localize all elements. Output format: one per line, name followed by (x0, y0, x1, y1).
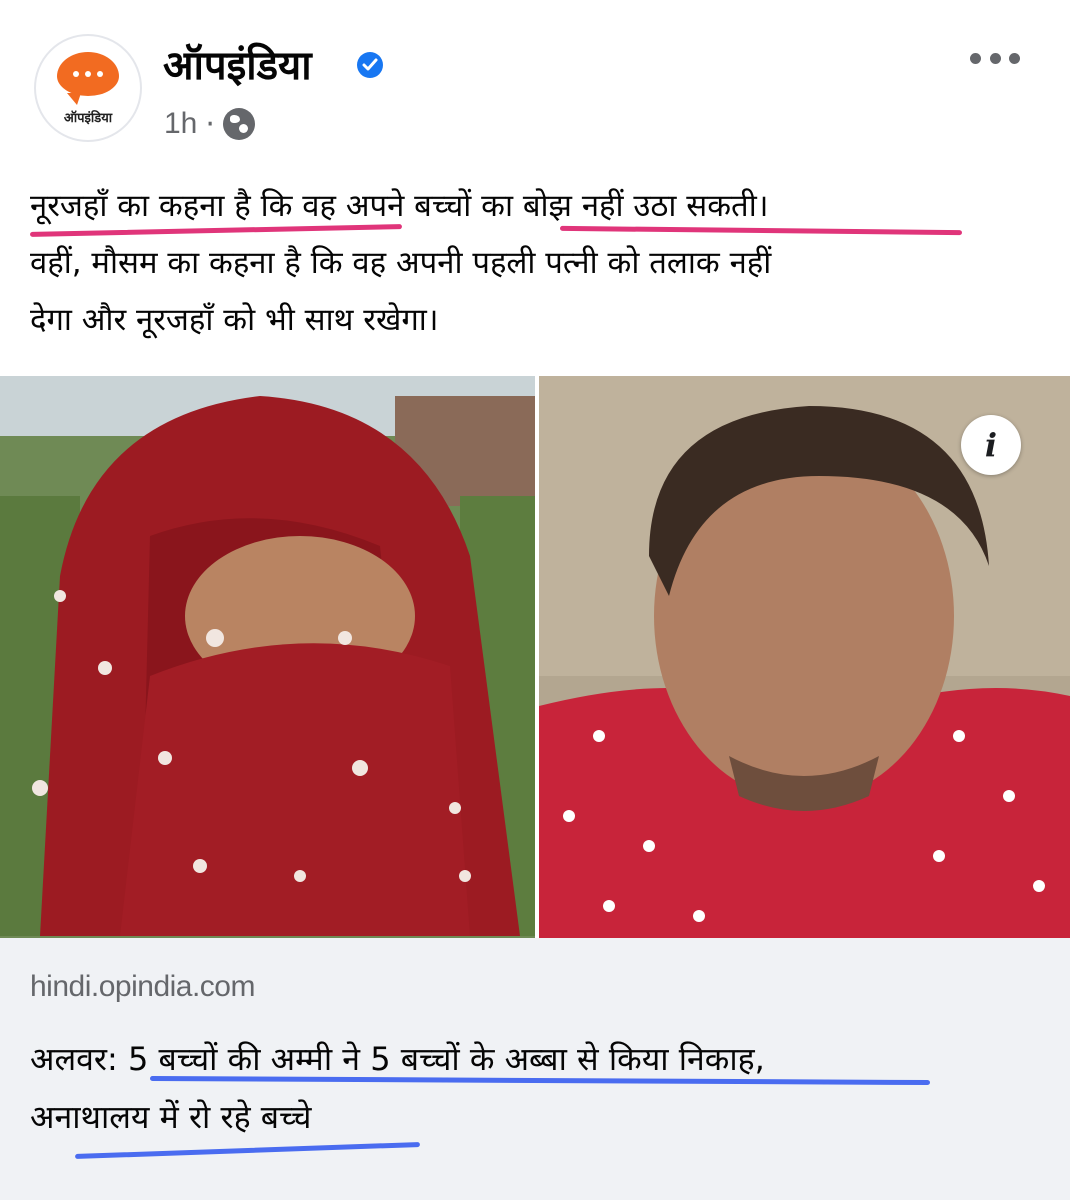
page-name[interactable]: ऑपइंडिया (163, 40, 312, 92)
post-text-line: नूरजहाँ का कहना है कि वह अपने बच्चों का … (30, 188, 769, 224)
post-meta: 1h · (164, 104, 255, 144)
avatar-logo-text: ऑपइंडिया (63, 111, 113, 126)
more-options-icon[interactable] (970, 48, 1020, 68)
post-timestamp[interactable]: 1h (164, 107, 197, 141)
post-text: नूरजहाँ का कहना है कि वह अपने बच्चों का … (30, 178, 1050, 349)
link-domain: hindi.opindia.com (30, 970, 255, 1003)
link-title[interactable]: अलवर: 5 बच्चों की अम्मी ने 5 बच्चों के अ… (30, 1030, 1040, 1146)
post-header: ऑपइंडिया ऑपइंडिया 1h · (0, 0, 1070, 150)
link-title-line: अनाथालय में रो रहे बच्चे (30, 1098, 312, 1136)
post-photo-woman[interactable] (0, 376, 535, 938)
info-icon[interactable]: i (961, 415, 1021, 475)
globe-icon[interactable] (222, 108, 255, 140)
page-avatar[interactable]: ऑपइंडिया (34, 34, 142, 142)
meta-separator: · (205, 106, 215, 142)
post-text-line: देगा और नूरजहाँ को भी साथ रखेगा। (30, 302, 439, 338)
opindia-logo-icon (57, 52, 119, 105)
post-text-line: वहीं, मौसम का कहना है कि वह अपनी पहली पत… (30, 245, 772, 281)
verified-badge-icon (357, 52, 383, 78)
